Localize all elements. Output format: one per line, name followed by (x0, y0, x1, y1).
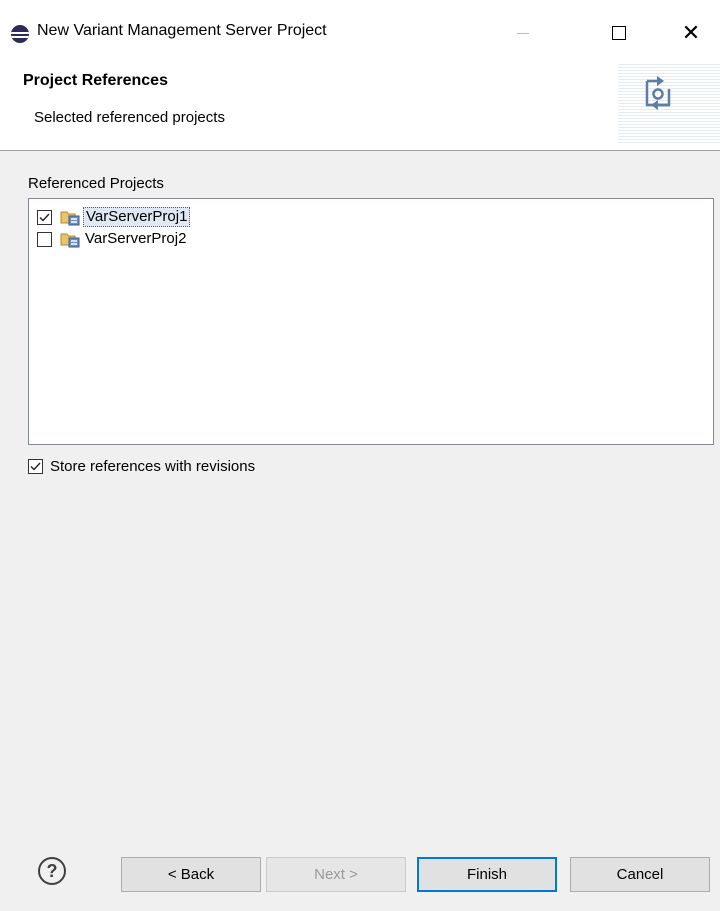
help-icon: ? (46, 860, 58, 881)
close-button[interactable]: ✕ (668, 14, 714, 52)
wizard-banner-icon (618, 64, 720, 144)
list-item[interactable]: VarServerProj1 (37, 206, 191, 228)
cancel-button-label: Cancel (616, 866, 664, 883)
maximize-icon (612, 26, 626, 40)
title-bar: New Variant Management Server Project ✕ (0, 0, 720, 62)
next-button-label: Next > (314, 866, 358, 883)
checkmark-icon (39, 213, 50, 222)
store-references-option[interactable]: Store references with revisions (28, 456, 255, 476)
project-checkbox[interactable] (37, 231, 52, 247)
server-project-icon (60, 208, 80, 226)
list-item[interactable]: VarServerProj2 (37, 228, 188, 250)
cancel-button[interactable]: Cancel (570, 857, 710, 892)
referenced-projects-label: Referenced Projects (28, 175, 164, 192)
store-references-label[interactable]: Store references with revisions (50, 458, 255, 475)
wizard-banner: Project References Selected referenced p… (0, 62, 720, 151)
back-button[interactable]: < Back (121, 857, 261, 892)
page-title: Project References (23, 72, 168, 89)
eclipse-app-icon (11, 25, 29, 43)
project-label[interactable]: VarServerProj2 (83, 230, 188, 248)
project-label[interactable]: VarServerProj1 (83, 207, 191, 227)
minimize-icon (517, 32, 529, 34)
maximize-button[interactable] (596, 14, 642, 52)
back-button-label: < Back (167, 866, 215, 883)
referenced-projects-list[interactable]: VarServerProj1 VarServerProj2 (28, 198, 714, 445)
finish-button-label: Finish (466, 866, 507, 883)
minimize-button[interactable] (500, 14, 546, 52)
server-project-icon (60, 230, 80, 248)
window-title: New Variant Management Server Project (37, 22, 327, 39)
next-button[interactable]: Next > (266, 857, 406, 892)
project-checkbox[interactable] (37, 209, 52, 225)
help-button[interactable]: ? (38, 857, 66, 885)
finish-button[interactable]: Finish (417, 857, 557, 892)
close-icon: ✕ (681, 20, 701, 46)
store-references-checkbox[interactable] (28, 458, 43, 474)
page-description: Selected referenced projects (34, 109, 225, 126)
checkmark-icon (30, 462, 41, 471)
